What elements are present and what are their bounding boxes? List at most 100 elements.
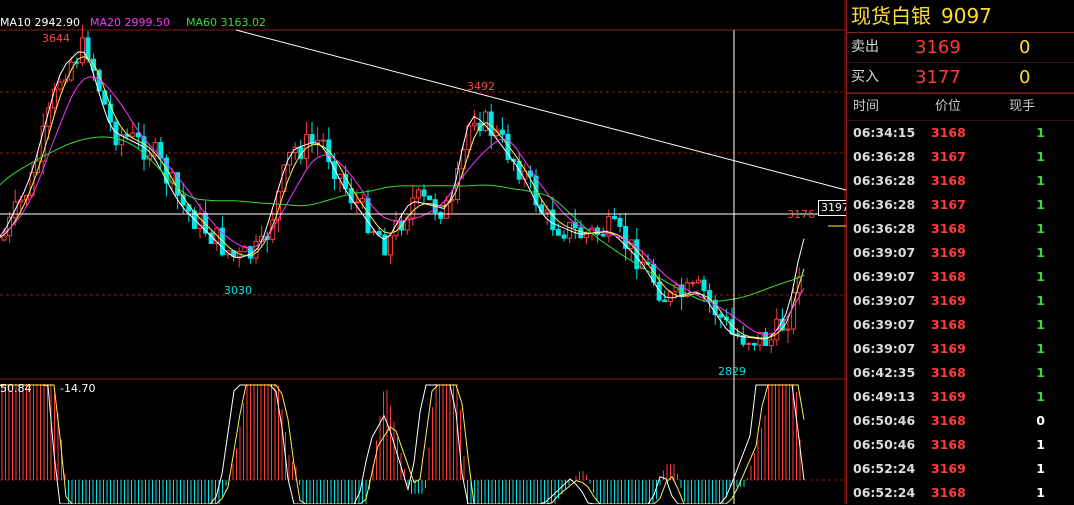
buy-label: 买入 xyxy=(851,69,879,85)
high-left-label: 3644 xyxy=(42,32,70,45)
candle-down xyxy=(499,129,505,135)
trade-volume: 1 xyxy=(1036,293,1045,308)
trade-volume: 1 xyxy=(1036,485,1045,500)
candle-up xyxy=(695,279,701,284)
trade-row[interactable]: 06:36:28 3168 1 xyxy=(847,217,1074,241)
candle-down xyxy=(421,189,427,197)
trade-time: 06:52:24 xyxy=(853,485,916,500)
trade-time: 06:36:28 xyxy=(853,221,916,236)
trade-volume: 1 xyxy=(1036,245,1045,260)
trade-price: 3169 xyxy=(931,461,966,476)
sell-row[interactable]: 卖出 3169 0 xyxy=(847,33,1074,63)
current-near-label: 3176 xyxy=(787,208,815,221)
trade-row[interactable]: 06:39:07 3169 1 xyxy=(847,241,1074,265)
trade-time: 06:36:28 xyxy=(853,197,916,212)
ma10-line xyxy=(0,55,805,339)
col-time: 时间 xyxy=(853,99,880,114)
candle-up xyxy=(471,122,477,127)
candle-down xyxy=(617,218,623,227)
trade-time: 06:52:24 xyxy=(853,461,916,476)
candle-down xyxy=(438,212,444,219)
trade-row[interactable]: 06:34:15 3168 1 xyxy=(847,121,1074,145)
trade-price: 3168 xyxy=(931,485,966,500)
trade-volume: 1 xyxy=(1036,389,1045,404)
trade-volume: 1 xyxy=(1036,341,1045,356)
trend-line xyxy=(235,29,846,191)
trade-row[interactable]: 06:39:07 3168 1 xyxy=(847,265,1074,289)
ma60-legend: MA60 3163.02 xyxy=(186,16,266,29)
trade-row[interactable]: 06:39:07 3168 1 xyxy=(847,313,1074,337)
trade-time: 06:39:07 xyxy=(853,293,916,308)
trade-price: 3168 xyxy=(931,413,966,428)
trade-time: 06:42:35 xyxy=(853,365,916,380)
ma20-legend: MA20 2999.50 xyxy=(90,16,170,29)
trade-row[interactable]: 06:39:07 3169 1 xyxy=(847,337,1074,361)
trade-time: 06:39:07 xyxy=(853,317,916,332)
trade-price: 3168 xyxy=(931,221,966,236)
trade-price: 3169 xyxy=(931,245,966,260)
trade-price: 3168 xyxy=(931,317,966,332)
trade-volume: 0 xyxy=(1036,413,1045,428)
trade-volume: 1 xyxy=(1036,269,1045,284)
trade-volume: 1 xyxy=(1036,461,1045,476)
candle-up xyxy=(746,342,752,345)
trade-row[interactable]: 06:50:46 3168 0 xyxy=(847,409,1074,433)
trade-row[interactable]: 06:39:07 3169 1 xyxy=(847,289,1074,313)
candle-up xyxy=(359,198,365,203)
sell-volume: 0 xyxy=(1019,37,1031,58)
trade-price: 3168 xyxy=(931,437,966,452)
trade-row[interactable]: 06:52:24 3169 1 xyxy=(847,457,1074,481)
sell-price: 3169 xyxy=(915,37,961,58)
candle-up xyxy=(57,81,63,90)
trade-row[interactable]: 06:50:46 3168 1 xyxy=(847,433,1074,457)
candle-down xyxy=(662,299,668,303)
candle-down xyxy=(107,103,113,123)
candle-down xyxy=(611,216,617,220)
trade-time: 06:50:46 xyxy=(853,413,916,428)
candle-down xyxy=(578,227,584,239)
trade-row[interactable]: 06:49:13 3169 1 xyxy=(847,385,1074,409)
trade-price: 3167 xyxy=(931,149,966,164)
trade-time: 06:39:07 xyxy=(853,341,916,356)
instrument-code: 9097 xyxy=(941,4,992,28)
candle-down xyxy=(331,161,337,180)
candle-down xyxy=(365,198,371,234)
candle-up xyxy=(354,201,360,204)
col-volume: 现手 xyxy=(1009,99,1036,114)
candle-up xyxy=(320,139,326,142)
trade-time: 06:36:28 xyxy=(853,149,916,164)
kline-svg[interactable] xyxy=(0,0,846,504)
trade-row[interactable]: 06:42:35 3168 1 xyxy=(847,361,1074,385)
candle-up xyxy=(410,197,416,219)
trade-row[interactable]: 06:36:28 3167 1 xyxy=(847,193,1074,217)
candle-up xyxy=(79,37,85,64)
macd-value: -14.70 xyxy=(60,382,96,395)
ma10-legend: MA10 2942.90 xyxy=(0,16,80,29)
buy-volume: 0 xyxy=(1019,67,1031,88)
buy-row[interactable]: 买入 3177 0 xyxy=(847,63,1074,93)
candle-down xyxy=(555,229,561,236)
trade-price: 3169 xyxy=(931,293,966,308)
kline-chart[interactable]: MA10 2942.90 MA20 2999.50 MA60 3163.02 3… xyxy=(0,0,852,504)
candle-down xyxy=(718,314,724,318)
trade-list-header: 时间 价位 现手 xyxy=(847,93,1074,121)
trade-list[interactable]: 06:34:15 3168 1 06:36:28 3167 1 06:36:28 3168 1 0… xyxy=(847,121,1074,505)
trade-price: 3167 xyxy=(931,197,966,212)
candle-down xyxy=(427,195,433,201)
trade-volume: 1 xyxy=(1036,197,1045,212)
candle-down xyxy=(561,234,567,239)
candle-down xyxy=(701,279,707,292)
trade-volume: 1 xyxy=(1036,317,1045,332)
buy-price: 3177 xyxy=(915,67,961,88)
candle-up xyxy=(303,134,309,159)
candle-up xyxy=(785,328,791,331)
quote-panel: 现货白银 9097 卖出 3169 0 买入 3177 0 时间 价位 现手 06… xyxy=(846,0,1074,504)
candle-up xyxy=(415,189,421,199)
trade-row[interactable]: 06:36:28 3168 1 xyxy=(847,169,1074,193)
trade-row[interactable]: 06:36:28 3167 1 xyxy=(847,145,1074,169)
trade-volume: 1 xyxy=(1036,173,1045,188)
trade-time: 06:34:15 xyxy=(853,125,916,140)
trade-time: 06:50:46 xyxy=(853,437,916,452)
candle-up xyxy=(1,235,7,241)
trade-row[interactable]: 06:52:24 3168 1 xyxy=(847,481,1074,505)
